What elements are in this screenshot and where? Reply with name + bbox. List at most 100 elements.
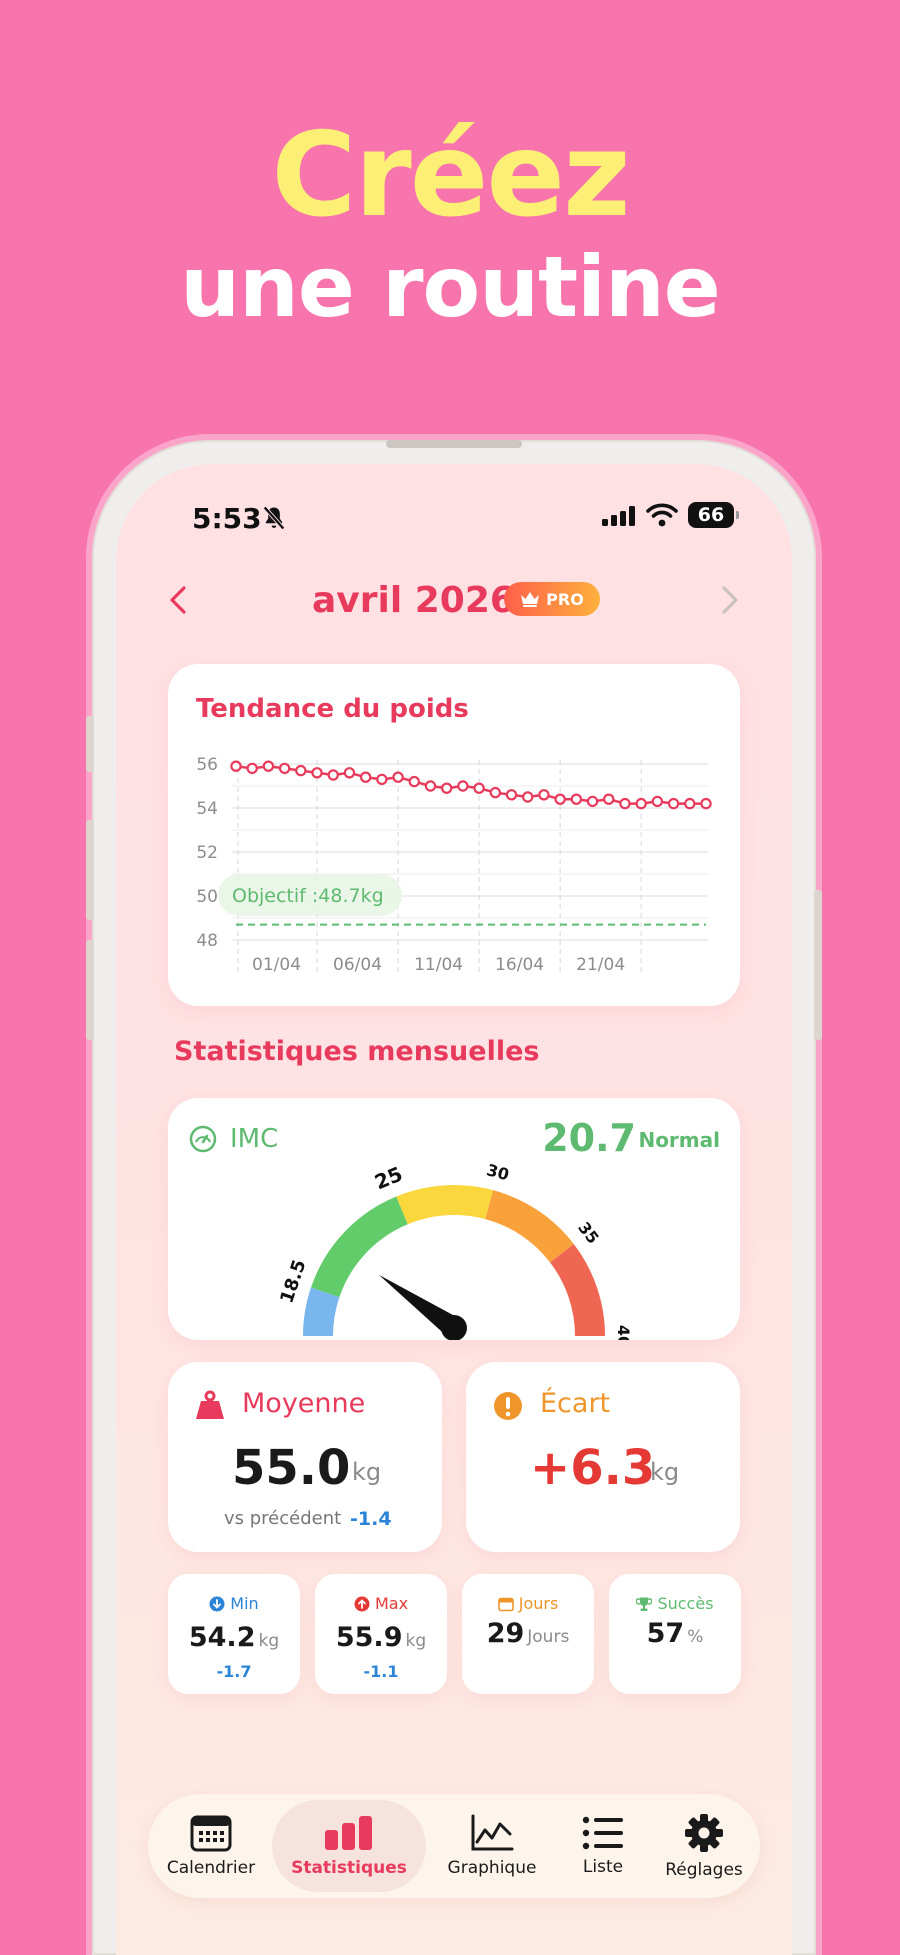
days-label: Jours [518, 1594, 559, 1613]
data-point [522, 791, 534, 803]
days-card[interactable]: Jours 29 Jours [462, 1574, 594, 1694]
tab-liste[interactable]: Liste [558, 1800, 648, 1892]
trophy-icon [636, 1597, 653, 1611]
mean-label: Moyenne [242, 1388, 366, 1419]
data-point [376, 773, 388, 786]
app-screen: 5:53 66 avril 2026 PRO Tendance du poids… [116, 464, 792, 1955]
mean-value: 55.0 [232, 1440, 351, 1496]
tab-reglages[interactable]: Réglages [654, 1800, 754, 1892]
weight-trend-chart: 56 54 52 50 48 01/04 06/04 11/04 16/04 21/04 Objec… [196, 755, 712, 976]
y-tick-label: 56 [196, 755, 218, 775]
data-point [489, 786, 502, 799]
gap-card[interactable]: Écart +6.3 kg [466, 1362, 740, 1552]
tab-label: Calendrier [166, 1858, 256, 1878]
gauge-tick-label: 18.5 [276, 1257, 310, 1306]
cell-signal-icon [602, 506, 635, 526]
tab-label: Liste [582, 1857, 624, 1877]
mean-delta: -1.4 [350, 1508, 392, 1530]
monthly-stats-title: Statistiques mensuelles [174, 1036, 540, 1067]
next-month-button[interactable] [708, 580, 748, 620]
bar-chart-icon [325, 1816, 372, 1850]
data-point [473, 782, 485, 794]
tab-bar: Calendrier Statistiques Graphique Liste … [148, 1794, 760, 1898]
data-point [424, 780, 437, 792]
x-tick-label: 06/04 [333, 955, 382, 975]
goal-label: Objectif :48.7kg [232, 885, 384, 907]
weight-trend-card[interactable]: Tendance du poids 56 54 52 50 48 01/04 06/04 11… [168, 664, 740, 1006]
success-unit: % [687, 1627, 704, 1647]
y-tick-label: 48 [196, 931, 218, 951]
pro-badge-label: PRO [546, 589, 584, 609]
data-point [230, 760, 242, 772]
y-tick-label: 54 [196, 799, 218, 819]
month-title: avril 2026 [312, 580, 515, 621]
gauge-segment-normal [311, 1196, 409, 1298]
data-point [392, 771, 404, 783]
success-label: Succès [657, 1594, 714, 1613]
max-label: Max [374, 1594, 409, 1613]
promo-headline-line1: Créez [271, 108, 630, 243]
data-point [684, 797, 696, 810]
data-point [505, 789, 518, 801]
pro-badge[interactable]: PRO [504, 582, 600, 616]
success-card[interactable]: Succès 57% [609, 1574, 741, 1694]
crown-icon [521, 592, 540, 607]
gap-unit: kg [650, 1458, 680, 1486]
y-tick-label: 50 [196, 887, 218, 907]
promo-headline-line2: une routine [180, 238, 720, 336]
max-unit: kg [405, 1631, 427, 1651]
bmi-card[interactable]: IMC 20.7 Normal 18.5 25 30 35 40 [168, 1098, 740, 1340]
gauge-tick-label: 30 [485, 1160, 511, 1184]
calendar-icon [190, 1815, 232, 1852]
exclamation-icon [494, 1392, 522, 1420]
weight-series-line [235, 764, 706, 805]
x-tick-label: 21/04 [576, 955, 625, 975]
gauge-tick-label: 25 [371, 1162, 406, 1195]
list-icon [582, 1816, 623, 1850]
data-point [343, 767, 356, 779]
data-point [554, 793, 566, 805]
gauge-segment-obese [484, 1190, 574, 1263]
max-value: 55.9 [335, 1622, 403, 1653]
phone-side-button [86, 820, 94, 920]
max-delta: -1.1 [363, 1662, 399, 1681]
line-chart-icon [471, 1814, 514, 1851]
data-point [457, 780, 469, 792]
success-value: 57 [646, 1618, 685, 1649]
data-point [570, 793, 583, 805]
phone-side-button [86, 940, 94, 1040]
tab-calendrier[interactable]: Calendrier [156, 1800, 266, 1892]
calendar-small-icon [497, 1597, 514, 1611]
data-point [603, 793, 615, 805]
data-point [295, 764, 307, 777]
phone-side-button [86, 716, 94, 772]
data-point [651, 795, 664, 808]
days-unit: Jours [527, 1627, 570, 1647]
max-card[interactable]: Max 55.9 kg -1.1 [315, 1574, 447, 1694]
phone-notch [386, 440, 522, 448]
min-delta: -1.7 [216, 1662, 252, 1681]
mean-comparison-label: vs précédent [224, 1508, 342, 1529]
min-value: 54.2 [188, 1622, 256, 1653]
x-tick-label: 11/04 [414, 955, 463, 975]
mean-card[interactable]: Moyenne 55.0 kg vs précédent -1.4 [168, 1362, 442, 1552]
tab-label: Graphique [447, 1858, 537, 1878]
y-tick-label: 52 [196, 843, 218, 863]
arrow-down-circle-icon [209, 1596, 225, 1611]
min-card[interactable]: Min 54.2 kg -1.7 [168, 1574, 300, 1694]
bmi-gauge: 18.5 25 30 35 40 [276, 1160, 633, 1340]
x-tick-label: 01/04 [252, 955, 301, 975]
battery-indicator: 66 [688, 502, 739, 528]
gauge-segment-severe [549, 1244, 605, 1337]
previous-month-button[interactable] [160, 580, 200, 620]
data-point [278, 762, 291, 775]
tab-graphique[interactable]: Graphique [432, 1800, 552, 1892]
gap-label: Écart [540, 1388, 611, 1419]
gear-icon [685, 1814, 723, 1852]
data-point [262, 760, 275, 772]
x-tick-label: 16/04 [495, 955, 544, 975]
tab-statistiques[interactable]: Statistiques [272, 1800, 426, 1892]
data-point [327, 769, 339, 781]
data-point [586, 795, 599, 808]
tab-label: Réglages [665, 1860, 743, 1880]
